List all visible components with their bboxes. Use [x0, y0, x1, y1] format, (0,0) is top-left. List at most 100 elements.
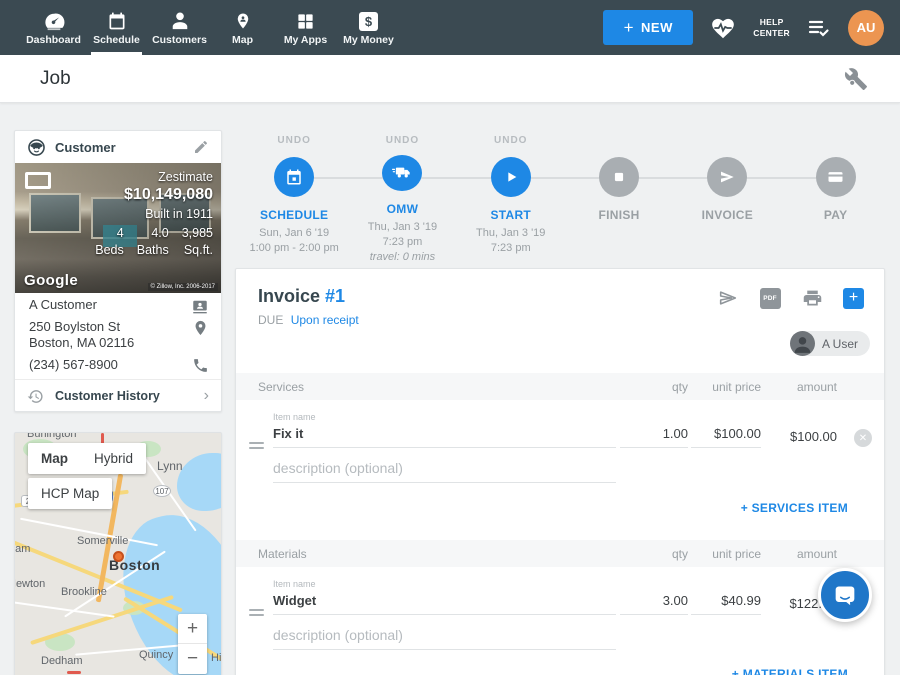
print-icon[interactable]	[801, 287, 823, 309]
add-materials-item-link[interactable]: + MATERIALS ITEM	[732, 667, 848, 675]
step-time: 1:00 pm - 2:00 pm	[250, 241, 339, 256]
customer-history-row[interactable]: Customer History ›	[15, 379, 221, 412]
address-line2: Boston, MA 02116	[29, 335, 134, 351]
step-label[interactable]: START	[490, 208, 531, 222]
hcp-map-button[interactable]: HCP Map	[28, 478, 112, 509]
nav-item-map[interactable]: Map	[211, 0, 274, 55]
hybrid-button[interactable]: Hybrid	[81, 443, 146, 474]
map-label-dedham: Dedham	[41, 655, 83, 667]
customer-address-row: 250 Boylston St Boston, MA 02116	[29, 319, 209, 352]
material-unit-price-input[interactable]	[691, 591, 761, 615]
help-center-link[interactable]: HELP CENTER	[753, 17, 790, 38]
edit-pencil-icon[interactable]	[193, 139, 209, 155]
step-label[interactable]: SCHEDULE	[260, 208, 328, 222]
nav-item-dashboard[interactable]: Dashboard	[22, 0, 85, 55]
zestimate-overlay: Zestimate $10,149,080 Built in 1911 4Bed…	[95, 170, 213, 259]
phone-icon[interactable]	[192, 357, 209, 374]
step-date: Sun, Jan 6 '19	[250, 226, 339, 241]
nav-label: Customers	[152, 34, 207, 46]
remove-item-icon[interactable]: ✕	[854, 429, 872, 447]
stop-step-icon[interactable]	[599, 157, 639, 197]
material-description-input[interactable]	[273, 626, 616, 650]
nav-label: Map	[232, 34, 253, 46]
nav-item-customers[interactable]: Customers	[148, 0, 211, 55]
assigned-user-chip[interactable]: A User	[790, 331, 870, 356]
send-step-icon[interactable]	[707, 157, 747, 197]
zoom-out-button[interactable]: −	[178, 644, 207, 674]
dollar-icon: $	[359, 9, 378, 31]
job-tools-icon[interactable]	[844, 67, 868, 91]
new-button[interactable]: + NEW	[603, 10, 693, 45]
route-107-shield: 107	[153, 485, 171, 497]
history-clock-icon	[27, 388, 44, 405]
address-line1: 250 Boylston St	[29, 319, 134, 335]
customer-address: 250 Boylston St Boston, MA 02116	[29, 319, 134, 352]
undo-link[interactable]: UNDO	[386, 135, 419, 152]
beds-label: Beds	[95, 242, 124, 259]
truck-step-icon[interactable]	[382, 155, 422, 191]
user-avatar[interactable]: AU	[848, 10, 884, 46]
step-date: Thu, Jan 3 '19	[368, 220, 437, 235]
nav-item-my-apps[interactable]: My Apps	[274, 0, 337, 55]
add-services-item-link[interactable]: + SERVICES ITEM	[741, 501, 848, 515]
nav-item-my-money[interactable]: $ My Money	[337, 0, 400, 55]
service-description-input[interactable]	[273, 459, 616, 483]
zillow-copyright: © Zillow, Inc. 2006-2017	[148, 283, 218, 291]
service-amount: $100.00	[790, 429, 837, 444]
page-header: Job	[0, 55, 900, 103]
baths-value: 4.0	[137, 225, 169, 242]
step-label: FINISH	[598, 208, 639, 222]
streetview-toggle-icon[interactable]	[25, 172, 51, 189]
activity-list-icon[interactable]	[807, 18, 831, 38]
zoom-in-button[interactable]: +	[178, 614, 207, 644]
invoice-actions: PDF +	[717, 287, 864, 309]
pdf-label: PDF	[763, 295, 777, 302]
material-item-name-input[interactable]	[273, 591, 616, 615]
chat-messenger-button[interactable]	[818, 568, 872, 622]
service-item-name-input[interactable]	[273, 424, 616, 448]
item-name-label: Item name	[273, 579, 316, 589]
grid-icon	[296, 9, 315, 31]
credit-card-step-icon[interactable]	[816, 157, 856, 197]
pdf-icon[interactable]: PDF	[759, 287, 781, 309]
plus-glyph: +	[849, 289, 858, 307]
customer-name: A Customer	[29, 297, 97, 313]
invoice-title: Invoice#1	[258, 286, 345, 307]
due-value-link[interactable]: Upon receipt	[291, 313, 359, 327]
due-label: DUE	[258, 313, 283, 327]
map-label-hingham: Hi	[211, 652, 221, 664]
map-label-lynn: Lynn	[157, 459, 183, 473]
add-invoice-icon[interactable]: +	[843, 288, 864, 309]
person-icon	[169, 9, 191, 31]
qty-column-header: qty	[672, 547, 688, 561]
undo-link[interactable]: UNDO	[277, 135, 310, 154]
health-heart-icon[interactable]	[710, 16, 736, 40]
service-qty-input[interactable]	[620, 424, 688, 448]
invoice-card: Invoice#1 DUE Upon receipt PDF + A User	[235, 268, 885, 675]
send-invoice-icon[interactable]	[717, 287, 739, 309]
nav-item-schedule[interactable]: Schedule	[85, 0, 148, 55]
nav-label: Schedule	[93, 34, 140, 46]
map-type-buttons: Map Hybrid	[28, 443, 146, 474]
schedule-step-icon[interactable]	[274, 157, 314, 197]
play-step-icon[interactable]	[491, 157, 531, 197]
map-label-somerville: Somerville	[77, 535, 128, 547]
map-pin-icon	[234, 9, 252, 31]
service-unit-price-input[interactable]	[691, 424, 761, 448]
nav-label: My Apps	[284, 34, 327, 46]
materials-header: Materials qty unit price amount	[236, 540, 884, 567]
map-widget[interactable]: Burlington Lynn Somerville Boston ham Ne…	[14, 432, 222, 675]
job-location-marker	[113, 551, 124, 562]
customer-name-row: A Customer	[29, 297, 209, 315]
undo-link[interactable]: UNDO	[494, 135, 527, 154]
calendar-icon	[107, 9, 127, 31]
material-qty-input[interactable]	[620, 591, 688, 615]
customer-card: Customer Zestimate $10,149,080 Built in …	[14, 130, 222, 412]
contact-card-icon[interactable]	[191, 297, 209, 315]
drag-handle[interactable]	[249, 606, 264, 619]
step-label[interactable]: OMW	[387, 202, 419, 216]
customer-card-title: Customer	[55, 140, 184, 155]
map-pin-icon[interactable]	[192, 319, 209, 337]
map-button[interactable]: Map	[28, 443, 81, 474]
drag-handle[interactable]	[249, 439, 264, 452]
